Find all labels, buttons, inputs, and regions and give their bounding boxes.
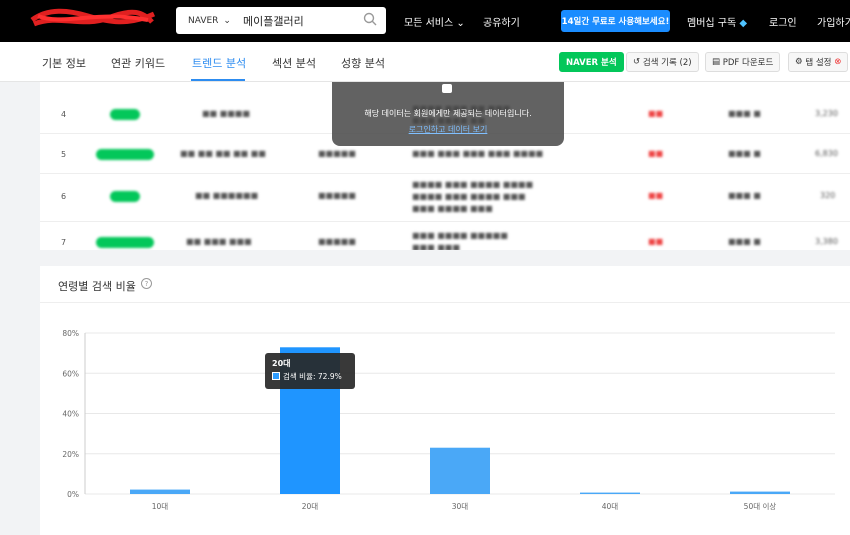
bar-10대 bbox=[130, 489, 190, 494]
y-tick-label: 40% bbox=[62, 410, 79, 419]
x-tick-label: 20대 bbox=[302, 502, 319, 511]
x-tick-label: 40대 bbox=[602, 502, 619, 511]
age-bar-chart: 0% 20% 40% 60% 80% 10대 20대 30대 40대 50대 이상 bbox=[62, 329, 835, 511]
tooltip-title: 20대 bbox=[272, 359, 291, 368]
tooltip-swatch bbox=[272, 372, 280, 380]
y-tick-label: 80% bbox=[62, 329, 79, 338]
x-tick-label: 30대 bbox=[452, 502, 469, 511]
tooltip-label: 검색 비율: 72.9% bbox=[283, 372, 342, 381]
bar-40대 bbox=[580, 492, 640, 494]
bar-50대 이상 bbox=[730, 491, 790, 494]
y-tick-label: 0% bbox=[67, 490, 79, 499]
x-tick-label: 50대 이상 bbox=[744, 501, 777, 511]
x-tick-label: 10대 bbox=[152, 502, 169, 511]
bar-30대 bbox=[430, 447, 490, 494]
y-tick-label: 20% bbox=[62, 450, 79, 459]
chart-tooltip: 20대 검색 비율: 72.9% bbox=[265, 353, 355, 389]
y-tick-label: 60% bbox=[62, 369, 79, 378]
